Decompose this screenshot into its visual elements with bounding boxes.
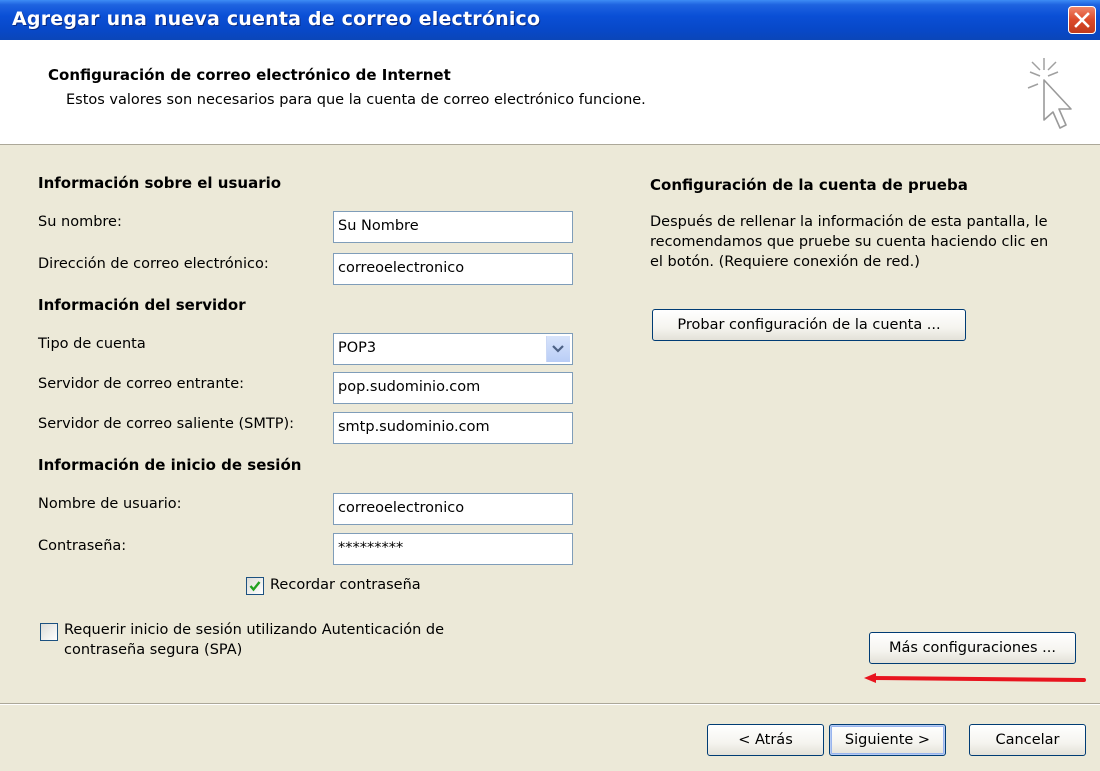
- chevron-down-icon: [552, 345, 564, 353]
- description-line1: Después de rellenar la información de es…: [650, 214, 1048, 230]
- username-input[interactable]: correoelectronico: [333, 493, 573, 525]
- spa-checkbox[interactable]: [40, 623, 58, 641]
- remember-password-checkbox[interactable]: [246, 577, 264, 595]
- incoming-server-input[interactable]: pop.sudominio.com: [333, 372, 573, 404]
- account-type-label: Tipo de cuenta: [38, 336, 146, 352]
- password-label: Contraseña:: [38, 538, 127, 554]
- outgoing-server-label: Servidor de correo saliente (SMTP):: [38, 416, 295, 432]
- wizard-header: Configuración de correo electrónico de I…: [0, 40, 1100, 145]
- spa-label-line1: Requerir inicio de sesión utilizando Aut…: [64, 622, 445, 638]
- cursor-sparkle-icon: [1027, 58, 1072, 129]
- test-settings-description: Después de rellenar la información de es…: [650, 212, 1048, 272]
- server-info-heading: Información del servidor: [38, 296, 246, 314]
- remember-password-label[interactable]: Recordar contraseña: [270, 577, 421, 593]
- email-input[interactable]: correoelectronico: [333, 253, 573, 285]
- test-settings-heading: Configuración de la cuenta de prueba: [650, 176, 968, 194]
- spa-label-line2: contraseña segura (SPA): [64, 642, 243, 658]
- close-button[interactable]: [1068, 6, 1096, 34]
- name-input[interactable]: Su Nombre: [333, 211, 573, 243]
- page-subtitle: Estos valores son necesarios para que la…: [66, 92, 646, 108]
- login-info-heading: Información de inicio de sesión: [38, 456, 302, 474]
- next-button[interactable]: Siguiente >: [829, 724, 946, 756]
- footer-divider: [0, 703, 1100, 705]
- description-line2: recomendamos que pruebe su cuenta hacien…: [650, 234, 1049, 250]
- cancel-button[interactable]: Cancelar: [969, 724, 1086, 756]
- test-account-button[interactable]: Probar configuración de la cuenta ...: [652, 309, 966, 341]
- username-label: Nombre de usuario:: [38, 496, 182, 512]
- more-settings-button[interactable]: Más configuraciones ...: [869, 632, 1076, 664]
- outgoing-server-input[interactable]: smtp.sudominio.com: [333, 412, 573, 444]
- annotation-arrow: [864, 673, 1086, 683]
- close-icon: [1074, 12, 1090, 28]
- account-type-value: POP3: [338, 340, 377, 356]
- spa-label[interactable]: Requerir inicio de sesión utilizando Aut…: [64, 620, 444, 660]
- checkmark-icon: [249, 581, 261, 592]
- email-label: Dirección de correo electrónico:: [38, 256, 269, 272]
- account-type-select[interactable]: POP3: [333, 333, 573, 365]
- window-title: Agregar una nueva cuenta de correo elect…: [12, 8, 541, 30]
- back-button[interactable]: < Atrás: [707, 724, 824, 756]
- description-line3: el botón. (Requiere conexión de red.): [650, 254, 920, 270]
- name-label: Su nombre:: [38, 214, 122, 230]
- dropdown-button[interactable]: [546, 336, 570, 362]
- title-bar: Agregar una nueva cuenta de correo elect…: [0, 0, 1100, 40]
- incoming-server-label: Servidor de correo entrante:: [38, 376, 244, 392]
- password-input[interactable]: *********: [333, 533, 573, 565]
- page-title: Configuración de correo electrónico de I…: [48, 66, 451, 84]
- user-info-heading: Información sobre el usuario: [38, 174, 282, 192]
